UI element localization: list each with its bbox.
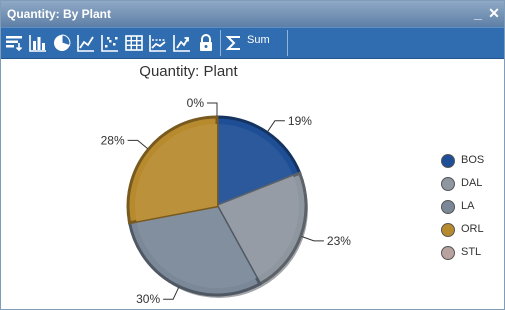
legend-swatch (441, 246, 455, 260)
data-label-stl: 0% (187, 96, 205, 110)
data-label-dal: 23% (327, 234, 351, 248)
legend-label: LA (461, 200, 475, 212)
leader-line-orl (127, 139, 148, 150)
leader-line-la (163, 287, 180, 300)
legend-swatch (441, 177, 455, 191)
leader-line-stl (207, 102, 218, 116)
legend-label: ORL (461, 223, 484, 235)
pie-slice-face-orl (135, 124, 217, 222)
leader-line-bos (267, 120, 285, 132)
legend-swatch (441, 154, 455, 168)
data-label-bos: 19% (288, 114, 312, 128)
pie-chart: 19% 23% 30% 28% 0% (101, 96, 352, 306)
legend-label: BOS (461, 154, 485, 166)
leader-line-dal (301, 236, 324, 242)
data-label-orl: 28% (101, 133, 125, 147)
legend-label: DAL (461, 177, 483, 189)
legend-swatch (441, 200, 455, 214)
chart-window: Quantity: By Plant _ ✕ Sum Quantity: Pla… (0, 0, 505, 310)
data-label-la: 30% (136, 292, 160, 306)
legend-swatch (441, 223, 455, 237)
legend-label: STL (461, 246, 482, 258)
